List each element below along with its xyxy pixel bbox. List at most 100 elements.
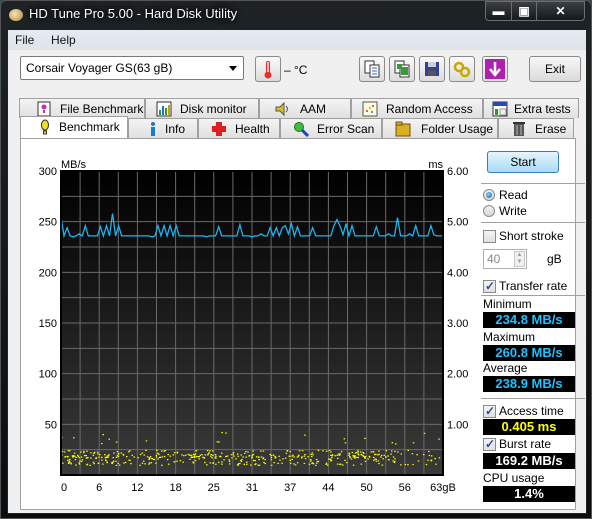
minimize-button[interactable]: ▬ xyxy=(485,1,512,21)
access-time-point xyxy=(168,463,170,465)
tab-disk-monitor[interactable]: Disk monitor xyxy=(145,98,259,118)
access-time-point xyxy=(141,462,144,464)
access-time-point xyxy=(244,452,246,454)
tab-random-access[interactable]: Random Access xyxy=(351,98,483,118)
transfer-rate-checkbox[interactable] xyxy=(483,279,496,293)
y2-tick-label: 5.00 xyxy=(447,217,468,229)
access-time-point xyxy=(377,454,379,456)
start-button[interactable]: Start xyxy=(487,151,559,173)
access-time-point xyxy=(354,452,357,454)
access-time-point xyxy=(308,463,311,465)
burst-rate-value: 169.2 MB/s xyxy=(483,453,575,469)
access-time-point xyxy=(74,459,77,461)
access-time-point xyxy=(108,454,110,456)
access-time-point xyxy=(67,450,70,452)
close-button[interactable]: ✕ xyxy=(536,1,585,21)
x-tick-label: 44 xyxy=(322,482,334,494)
tab-health[interactable]: Health xyxy=(198,118,280,138)
save-button[interactable] xyxy=(419,56,445,82)
access-time-point xyxy=(95,457,97,460)
spin-arrows-icon[interactable]: ▲ ▼ xyxy=(514,251,525,267)
access-time-point xyxy=(363,455,365,458)
access-time-point xyxy=(190,456,193,459)
access-time-point xyxy=(352,456,355,458)
access-time-point xyxy=(330,454,332,456)
x-tick-label: 18 xyxy=(169,482,181,494)
access-time-point xyxy=(194,460,197,462)
access-time-point xyxy=(344,459,346,461)
read-radio[interactable] xyxy=(483,189,495,201)
access-time-point xyxy=(122,454,125,456)
burst-rate-checkbox[interactable] xyxy=(483,437,496,451)
tab-folder-usage[interactable]: Folder Usage xyxy=(382,118,498,138)
exit-button[interactable]: Exit xyxy=(529,56,581,82)
tab-benchmark[interactable]: Benchmark xyxy=(20,116,128,138)
access-time-point xyxy=(372,451,375,453)
access-time-point xyxy=(262,450,265,452)
y2-tick-label: 2.00 xyxy=(447,369,468,381)
download-button[interactable] xyxy=(482,56,508,82)
menu-file[interactable]: File xyxy=(15,33,34,47)
access-time-point xyxy=(252,453,255,456)
access-time-point xyxy=(258,456,260,458)
access-time-point xyxy=(310,460,312,462)
access-time-point xyxy=(63,451,66,453)
access-time-point xyxy=(391,442,394,444)
y2-tick-label: 4.00 xyxy=(447,267,468,279)
access-time-point xyxy=(293,456,295,458)
access-time-point xyxy=(258,464,261,466)
short-stroke-stepper[interactable]: 40 ▲ ▼ xyxy=(483,249,527,269)
access-time-point xyxy=(304,434,306,436)
access-time-point xyxy=(425,463,428,466)
write-label: Write xyxy=(499,204,527,218)
access-time-point xyxy=(158,456,161,459)
access-time-point xyxy=(225,432,227,434)
access-time-point xyxy=(381,464,384,466)
copy-text-button[interactable] xyxy=(359,56,385,82)
y-tick-label: 50 xyxy=(45,419,57,431)
write-radio[interactable] xyxy=(483,205,495,217)
y2-axis-ticks: 1.00 2.00 3.00 4.00 5.00 6.00 xyxy=(447,166,468,431)
tab-erase[interactable]: Erase xyxy=(498,118,574,138)
copy-screenshot-button[interactable] xyxy=(389,56,415,82)
access-time-point xyxy=(148,462,151,464)
access-time-point xyxy=(289,451,291,453)
benchmark-chart: 50100150200250300 1.002.003.004.005.006.… xyxy=(39,159,469,494)
access-time-point xyxy=(81,459,84,461)
access-time-point xyxy=(367,458,369,460)
random-access-icon xyxy=(362,101,378,117)
access-time-point xyxy=(230,454,233,456)
access-time-point xyxy=(242,456,244,458)
access-time-point xyxy=(255,463,257,465)
access-time-point xyxy=(221,463,223,465)
tab-aam[interactable]: AAM xyxy=(259,98,351,118)
y2-tick-label: 3.00 xyxy=(447,318,468,330)
maximize-button[interactable]: ▣ xyxy=(511,1,537,21)
access-time-point xyxy=(303,462,306,464)
access-time-point xyxy=(260,450,262,452)
access-time-point xyxy=(62,462,64,464)
access-time-point xyxy=(146,456,149,458)
access-time-point xyxy=(98,456,100,458)
menu-help[interactable]: Help xyxy=(51,33,76,47)
access-time-checkbox[interactable] xyxy=(483,404,496,418)
temperature-button[interactable] xyxy=(255,56,281,82)
tab-file-benchmark[interactable]: File Benchmark xyxy=(19,98,145,118)
access-time-point xyxy=(156,449,158,451)
options-button[interactable] xyxy=(449,56,475,82)
access-time-point xyxy=(161,456,163,458)
access-time-point xyxy=(254,460,256,462)
access-time-point xyxy=(97,462,100,464)
tab-extra-tests[interactable]: Extra tests xyxy=(483,98,579,118)
access-time-point xyxy=(215,457,217,459)
drive-select[interactable]: Corsair Voyager GS (63 gB) xyxy=(20,56,244,80)
access-time-point xyxy=(72,456,74,458)
access-time-point xyxy=(357,453,359,455)
short-stroke-checkbox[interactable] xyxy=(483,230,496,243)
access-time-point xyxy=(329,458,332,460)
access-time-point xyxy=(316,462,318,464)
access-time-point xyxy=(394,458,396,460)
tab-info[interactable]: Info xyxy=(128,118,198,138)
access-time-point xyxy=(226,455,229,457)
tab-error-scan[interactable]: Error Scan xyxy=(280,118,382,138)
